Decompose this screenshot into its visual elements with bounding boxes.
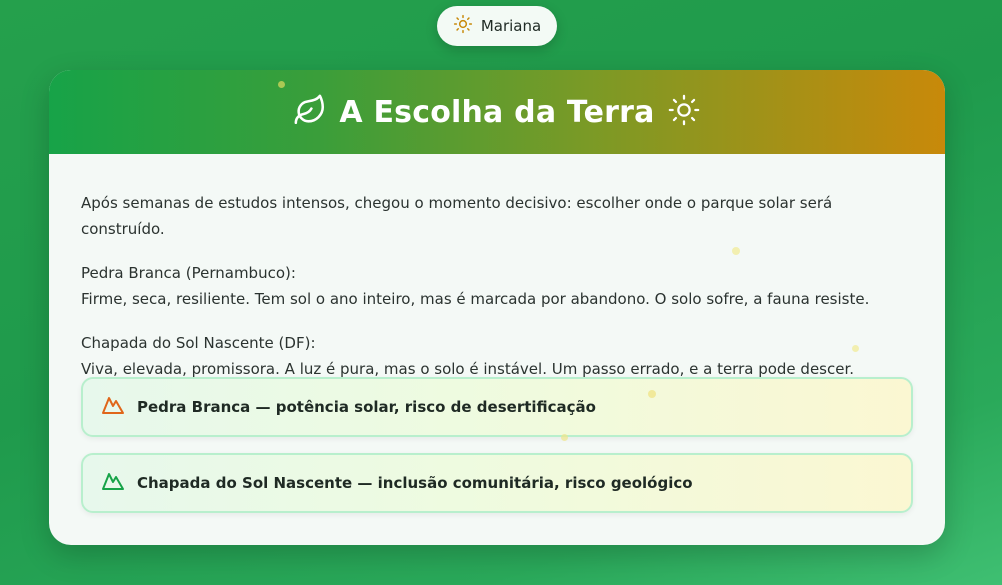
decorative-dot bbox=[732, 247, 740, 255]
card-title: A Escolha da Terra bbox=[339, 94, 655, 130]
mountain-icon bbox=[101, 393, 125, 421]
place-name: Pedra Branca (Pernambuco): bbox=[81, 264, 296, 282]
user-name: Mariana bbox=[480, 17, 542, 35]
leaf-icon bbox=[293, 93, 327, 131]
intro-text: Após semanas de estudos intensos, chegou… bbox=[81, 194, 833, 238]
option-label: Pedra Branca — potência solar, risco de … bbox=[137, 398, 596, 416]
decorative-dot bbox=[648, 390, 656, 398]
decorative-dot bbox=[278, 81, 285, 88]
decorative-dot bbox=[561, 434, 568, 441]
place-description: Chapada do Sol Nascente (DF): Viva, elev… bbox=[81, 330, 913, 382]
option-chapada-sol-nascente[interactable]: Chapada do Sol Nascente — inclusão comun… bbox=[81, 453, 913, 513]
option-label: Chapada do Sol Nascente — inclusão comun… bbox=[137, 474, 693, 492]
sun-icon bbox=[453, 14, 473, 38]
user-badge[interactable]: Mariana bbox=[437, 6, 557, 46]
mountain-icon bbox=[101, 469, 125, 497]
card-body: Após semanas de estudos intensos, chegou… bbox=[49, 154, 945, 382]
option-pedra-branca[interactable]: Pedra Branca — potência solar, risco de … bbox=[81, 377, 913, 437]
decorative-dot bbox=[852, 345, 859, 352]
sun-icon bbox=[667, 93, 701, 131]
place-text: Firme, seca, resiliente. Tem sol o ano i… bbox=[81, 290, 870, 308]
card-header: A Escolha da Terra bbox=[49, 70, 945, 154]
choice-card: A Escolha da Terra Após semanas de estud… bbox=[49, 70, 945, 545]
place-name: Chapada do Sol Nascente (DF): bbox=[81, 334, 316, 352]
place-text: Viva, elevada, promissora. A luz é pura,… bbox=[81, 360, 855, 378]
place-description: Pedra Branca (Pernambuco): Firme, seca, … bbox=[81, 260, 913, 312]
